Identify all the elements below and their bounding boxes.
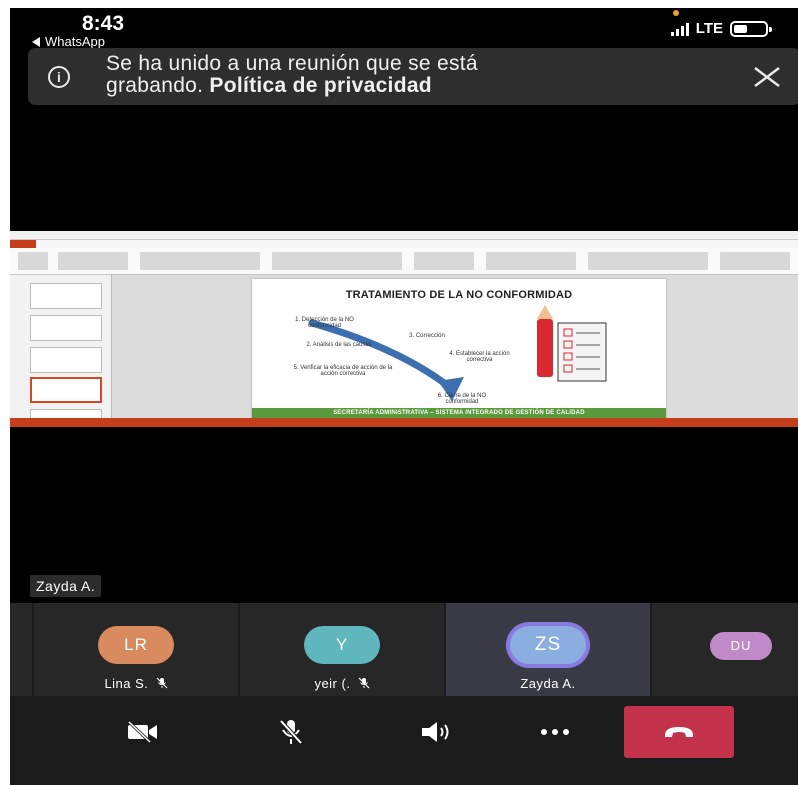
more-icon — [541, 729, 569, 735]
back-to-app-link[interactable]: WhatsApp — [32, 34, 105, 49]
phone-hangup-icon — [665, 727, 693, 737]
speaker-icon — [422, 722, 449, 742]
slide-thumbnail — [30, 283, 102, 309]
ppt-ribbon-tabs — [10, 240, 798, 248]
avatar: DU — [710, 632, 772, 660]
notice-line-2-prefix: grabando. — [106, 74, 210, 97]
speaker-name-label: Zayda A. — [30, 575, 102, 597]
notice-line-2: grabando. Política de privacidad — [106, 75, 478, 97]
current-slide: TRATAMIENTO DE LA NO CONFORMIDAD 1. Dete… — [252, 279, 666, 418]
call-controls — [10, 696, 798, 785]
mic-off-icon — [279, 719, 303, 745]
slide-footer: SECRETARÍA ADMINISTRATIVA – SISTEMA INTE… — [252, 408, 666, 418]
process-step: 3. Corrección — [409, 333, 445, 339]
ppt-title-bar — [10, 231, 798, 240]
meeting-screen: 8:43 WhatsApp LTE i Se ha unido a una re… — [10, 8, 798, 785]
back-app-label: WhatsApp — [45, 34, 105, 49]
signal-icon — [670, 9, 689, 36]
slide-thumbnails — [10, 275, 112, 427]
close-banner-button[interactable] — [750, 60, 784, 94]
status-bar: 8:43 WhatsApp LTE — [10, 8, 798, 50]
participant-tile-yeir[interactable]: Y yeir (. — [240, 603, 444, 696]
process-step: 2. Análisis de las causas — [306, 342, 372, 348]
avatar: ZS — [510, 626, 586, 664]
privacy-policy-link[interactable]: Política de privacidad — [209, 74, 432, 97]
avatar: Y — [304, 626, 380, 664]
slide-thumbnail-selected — [30, 377, 102, 403]
slide-thumbnail — [30, 347, 102, 373]
process-step: 1. Detección de la NO conformidad — [295, 317, 354, 329]
back-arrow-icon — [32, 36, 40, 47]
network-type: LTE — [695, 20, 723, 37]
status-indicators: LTE — [670, 9, 772, 37]
participant-tile[interactable] — [10, 603, 32, 696]
participant-tile-du[interactable]: DU — [652, 603, 798, 696]
slide-thumbnail — [30, 315, 102, 341]
mic-muted-icon — [156, 677, 167, 689]
hangup-button[interactable] — [624, 706, 734, 758]
speaker-button[interactable] — [382, 706, 492, 758]
process-step: 5. Verificar la eficacia de acción de la… — [293, 365, 393, 377]
participant-tile-zayda-active[interactable]: ZS Zayda A. — [446, 603, 650, 696]
participant-name-text: yeir (. — [314, 676, 351, 691]
mic-in-use-dot — [672, 9, 679, 16]
mic-muted-icon — [358, 677, 369, 689]
participant-strip[interactable]: LR Lina S. Y yeir (. ZS Zayda A. DU — [10, 603, 798, 696]
recording-notice-banner: i Se ha unido a una reunión que se está … — [28, 48, 798, 105]
ppt-workspace: TRATAMIENTO DE LA NO CONFORMIDAD 1. Dete… — [10, 275, 798, 427]
ppt-ribbon — [10, 248, 798, 275]
avatar: LR — [98, 626, 174, 664]
ppt-status-bar — [10, 418, 798, 427]
info-icon: i — [48, 66, 70, 88]
participant-tile-lina[interactable]: LR Lina S. — [34, 603, 238, 696]
participant-name: yeir (. — [240, 676, 444, 691]
mic-off-button[interactable] — [236, 706, 346, 758]
notice-line-1: Se ha unido a una reunión que se está — [106, 52, 478, 75]
more-button[interactable] — [500, 706, 610, 758]
video-off-icon — [127, 721, 157, 743]
participant-name-text: Lina S. — [104, 676, 149, 691]
clock: 8:43 — [82, 12, 125, 35]
participant-name: Lina S. — [34, 676, 238, 691]
recording-notice-text: Se ha unido a una reunión que se está gr… — [106, 53, 478, 97]
battery-icon — [730, 20, 772, 37]
camera-off-button[interactable] — [88, 706, 198, 758]
process-step: 4. Establecer la acción correctiva — [449, 351, 510, 363]
close-icon — [754, 67, 780, 87]
participant-name: Zayda A. — [520, 676, 576, 691]
shared-screen-content: TRATAMIENTO DE LA NO CONFORMIDAD 1. Dete… — [10, 231, 798, 427]
process-step: 6. Cierre de la NO conformidad — [437, 393, 487, 405]
